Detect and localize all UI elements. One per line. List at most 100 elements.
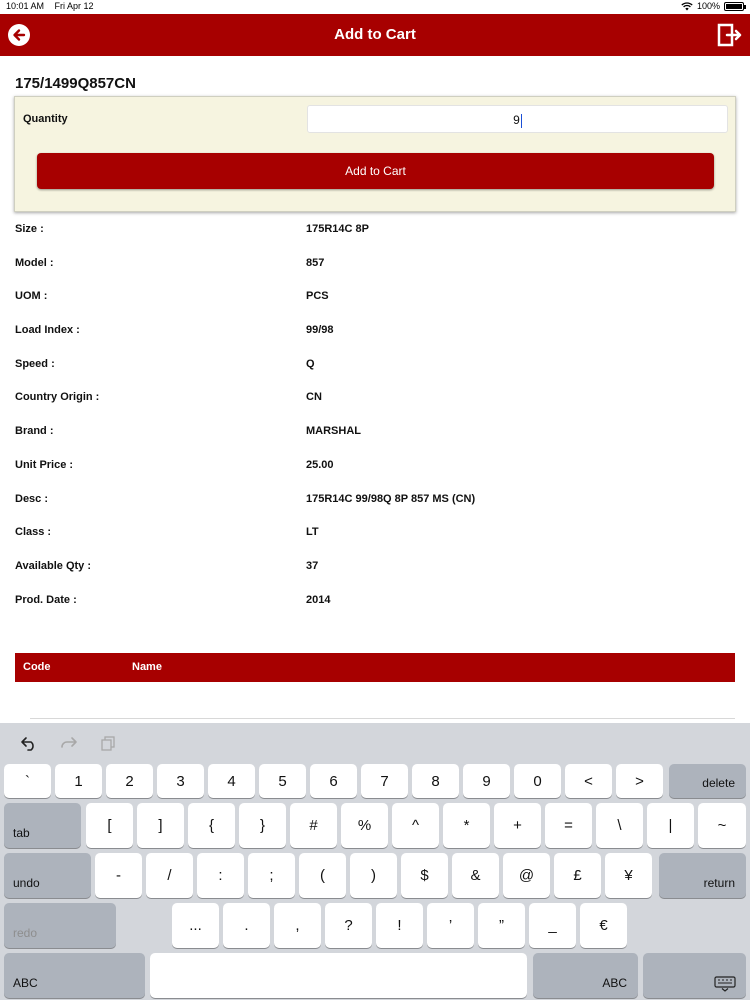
key-close-paren[interactable]: )	[350, 853, 397, 898]
undo-icon[interactable]	[20, 735, 38, 755]
battery-icon	[724, 1, 746, 11]
keyboard-dismiss-key[interactable]	[643, 953, 746, 998]
logout-door-icon	[717, 23, 742, 47]
key-1[interactable]: 1	[55, 764, 102, 798]
key-3[interactable]: 3	[157, 764, 204, 798]
detail-label: Model :	[15, 256, 54, 269]
key-caret[interactable]: ^	[392, 803, 439, 848]
key-underscore[interactable]: _	[529, 903, 576, 948]
key-asterisk[interactable]: *	[443, 803, 490, 848]
key-quote[interactable]: ”	[478, 903, 525, 948]
key-pipe[interactable]: |	[647, 803, 694, 848]
detail-label: Prod. Date :	[15, 593, 77, 606]
key-open-paren[interactable]: (	[299, 853, 346, 898]
status-bar: 10:01 AM Fri Apr 12 100%	[0, 0, 750, 14]
table-header: Code Name	[15, 653, 735, 682]
quantity-value: 9	[513, 113, 520, 127]
detail-value: LT	[306, 526, 319, 539]
key-4[interactable]: 4	[208, 764, 255, 798]
key-close-bracket[interactable]: ]	[137, 803, 184, 848]
product-code: 175/1499Q857CN	[15, 75, 136, 92]
redo-key[interactable]: redo	[4, 903, 116, 948]
key-close-brace[interactable]: }	[239, 803, 286, 848]
redo-icon[interactable]	[60, 735, 78, 755]
key-slash[interactable]: /	[146, 853, 193, 898]
key-7[interactable]: 7	[361, 764, 408, 798]
detail-value: 25.00	[306, 458, 334, 471]
space-bar[interactable]	[150, 953, 527, 998]
key-6[interactable]: 6	[310, 764, 357, 798]
detail-label: Class :	[15, 526, 52, 539]
key-euro[interactable]: €	[580, 903, 627, 948]
key-at[interactable]: @	[503, 853, 550, 898]
wifi-icon	[681, 1, 693, 10]
add-to-cart-button[interactable]: Add to Cart	[37, 153, 714, 189]
key-open-brace[interactable]: {	[188, 803, 235, 848]
key-2[interactable]: 2	[106, 764, 153, 798]
detail-label: Speed :	[15, 357, 55, 370]
on-screen-keyboard: ` 1 2 3 4 5 6 7 8 9 0 < > delete tab [ ]…	[0, 723, 750, 1000]
keyboard-dismiss-icon	[714, 976, 736, 992]
return-key[interactable]: return	[659, 853, 746, 898]
page-title: Add to Cart	[334, 26, 416, 43]
key-ampersand[interactable]: &	[452, 853, 499, 898]
key-pound[interactable]: £	[554, 853, 601, 898]
key-backtick[interactable]: `	[4, 764, 51, 798]
key-semicolon[interactable]: ;	[248, 853, 295, 898]
detail-label: Country Origin :	[15, 391, 100, 404]
key-equals[interactable]: =	[545, 803, 592, 848]
detail-row-available-qty: Available Qty : 37	[15, 559, 735, 593]
key-8[interactable]: 8	[412, 764, 459, 798]
key-backslash[interactable]: \	[596, 803, 643, 848]
status-time: 10:01 AM	[6, 1, 45, 11]
quantity-input[interactable]: 9	[307, 105, 728, 133]
abc-key-right[interactable]: ABC	[533, 953, 638, 998]
status-date: Fri Apr 12	[54, 1, 94, 11]
key-greater-than[interactable]: >	[616, 764, 663, 798]
undo-key[interactable]: undo	[4, 853, 91, 898]
keyboard-shortcut-bar	[0, 723, 750, 763]
divider	[30, 718, 735, 719]
detail-value: 175R14C 99/98Q 8P 857 MS (CN)	[306, 492, 476, 505]
key-question[interactable]: ?	[325, 903, 372, 948]
detail-row-brand: Brand : MARSHAL	[15, 424, 735, 458]
key-exclamation[interactable]: !	[376, 903, 423, 948]
detail-label: Brand :	[15, 425, 54, 438]
key-apostrophe[interactable]: ’	[427, 903, 474, 948]
detail-label: Load Index :	[15, 324, 80, 337]
key-ellipsis[interactable]: ...	[172, 903, 219, 948]
detail-value: 37	[306, 559, 319, 572]
key-dollar[interactable]: $	[401, 853, 448, 898]
detail-label: Size :	[15, 223, 44, 235]
logout-button[interactable]	[716, 22, 742, 48]
detail-value: 2014	[306, 593, 331, 606]
key-9[interactable]: 9	[463, 764, 510, 798]
key-period[interactable]: .	[223, 903, 270, 948]
detail-value: MARSHAL	[306, 425, 361, 438]
key-percent[interactable]: %	[341, 803, 388, 848]
key-less-than[interactable]: <	[565, 764, 612, 798]
delete-key[interactable]: delete	[669, 764, 746, 798]
tab-key[interactable]: tab	[4, 803, 81, 848]
key-0[interactable]: 0	[514, 764, 561, 798]
detail-row-uom: UOM : PCS	[15, 289, 735, 323]
key-open-bracket[interactable]: [	[86, 803, 133, 848]
column-header-code: Code	[23, 661, 51, 673]
detail-row-model: Model : 857	[15, 256, 735, 290]
key-plus[interactable]: +	[494, 803, 541, 848]
nav-bar: Add to Cart	[0, 14, 750, 56]
paste-icon[interactable]	[100, 735, 116, 755]
key-5[interactable]: 5	[259, 764, 306, 798]
key-hash[interactable]: #	[290, 803, 337, 848]
key-yen[interactable]: ¥	[605, 853, 652, 898]
detail-row-country-origin: Country Origin : CN	[15, 390, 735, 424]
detail-label: Available Qty :	[15, 559, 92, 572]
detail-row-size: Size : 175R14C 8P	[15, 222, 735, 256]
detail-value: 99/98	[306, 324, 334, 337]
key-tilde[interactable]: ~	[698, 803, 746, 848]
key-hyphen[interactable]: -	[95, 853, 142, 898]
key-colon[interactable]: :	[197, 853, 244, 898]
key-comma[interactable]: ,	[274, 903, 321, 948]
abc-key-left[interactable]: ABC	[4, 953, 145, 998]
detail-value: CN	[306, 391, 322, 404]
